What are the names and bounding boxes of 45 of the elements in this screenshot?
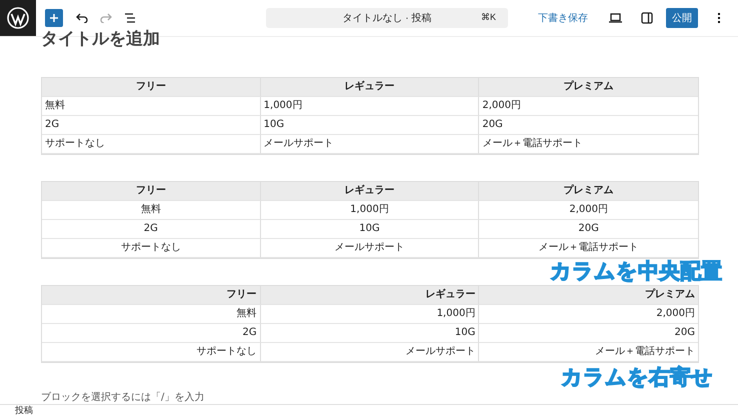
table-cell: 2,000円	[479, 201, 698, 220]
table-header-cell: プレミアム	[479, 286, 698, 305]
table-cell: 2,000円	[479, 97, 698, 116]
post-title[interactable]: タイトルを追加	[41, 27, 697, 51]
table-cell: 2G	[42, 116, 261, 135]
table-header-cell: レギュラー	[260, 182, 480, 201]
command-bar[interactable]: タイトルなし · 投稿 ⌘K	[266, 8, 508, 28]
table-header-cell: フリー	[42, 78, 261, 97]
table-cell: 2G	[42, 324, 261, 343]
table-header-cell: プレミアム	[479, 78, 698, 97]
table-cell: メール＋電話サポート	[479, 239, 698, 258]
table-cell: 無料	[42, 201, 261, 220]
table-cell: 無料	[42, 97, 261, 116]
table-header-cell: プレミアム	[479, 182, 698, 201]
plus-icon	[49, 13, 59, 23]
block-placeholder[interactable]: ブロックを選択するには「/」を入力	[41, 390, 697, 404]
table-cell: サポートなし	[42, 239, 261, 258]
add-block-button[interactable]	[45, 9, 63, 27]
table-cell: 2,000円	[479, 305, 698, 324]
table-header-cell: フリー	[42, 286, 261, 305]
table-header-cell: フリー	[42, 182, 261, 201]
table-cell: メールサポート	[260, 343, 480, 362]
table-header-cell: レギュラー	[260, 78, 480, 97]
table-cell: 無料	[42, 305, 261, 324]
table-cell: メール＋電話サポート	[479, 135, 698, 154]
table-cell: サポートなし	[42, 135, 261, 154]
publish-button[interactable]: 公開	[666, 8, 698, 28]
table-cell: 1,000円	[260, 201, 480, 220]
table-cell: 1,000円	[260, 305, 480, 324]
shortcut-hint: ⌘K	[480, 12, 496, 22]
table-cell: 10G	[260, 116, 480, 135]
wordpress-logo[interactable]	[0, 0, 36, 36]
annotation-label: カラムを中央配置	[550, 259, 722, 283]
table-cell: サポートなし	[42, 343, 261, 362]
table-cell: メール＋電話サポート	[479, 343, 698, 362]
table-header-cell: レギュラー	[260, 286, 480, 305]
table-cell: 2G	[42, 220, 261, 239]
breadcrumb[interactable]: 投稿	[15, 406, 33, 416]
save-draft-button[interactable]: 下書き保存	[538, 11, 588, 25]
annotation-label: カラムを右寄せ	[561, 365, 713, 389]
table-cell: メールサポート	[260, 239, 480, 258]
table-cell: 1,000円	[260, 97, 480, 116]
table-cell: 10G	[260, 324, 480, 343]
table-cell: 10G	[260, 220, 480, 239]
table-cell: メールサポート	[260, 135, 480, 154]
